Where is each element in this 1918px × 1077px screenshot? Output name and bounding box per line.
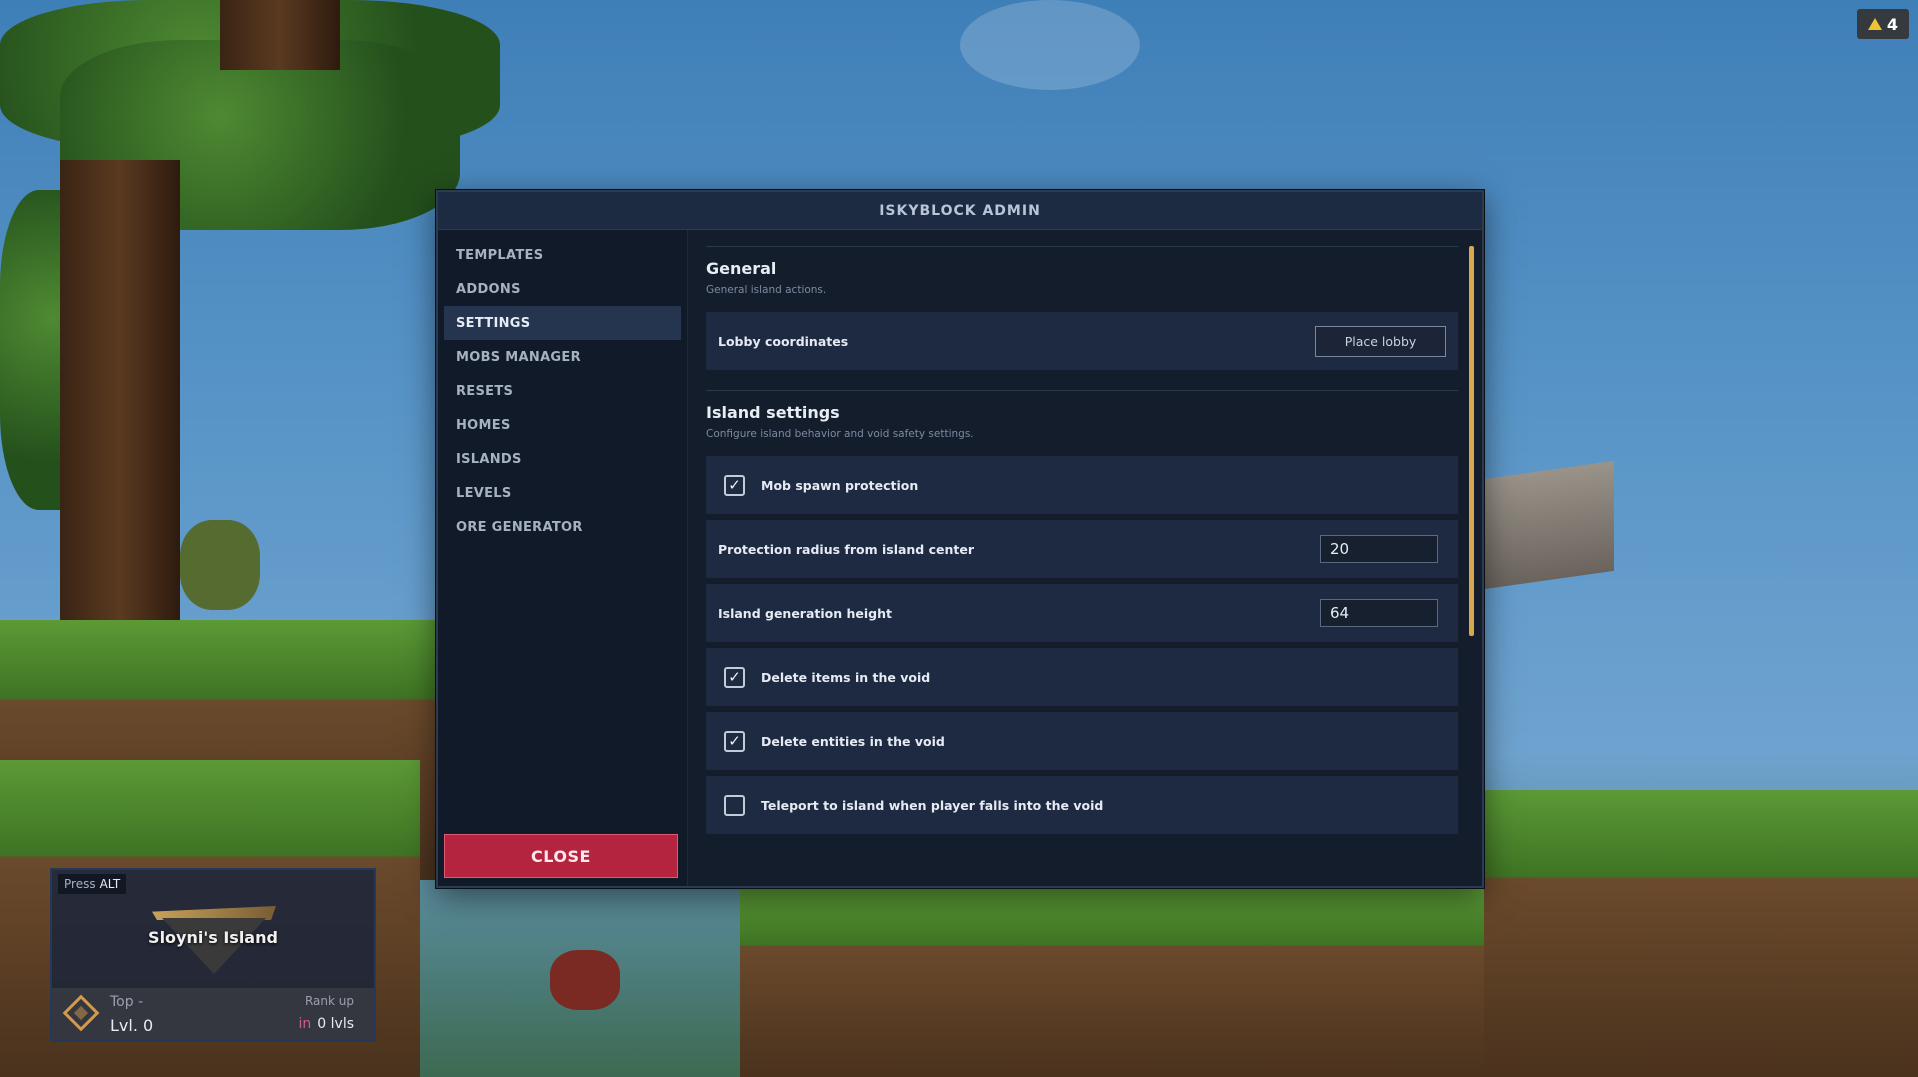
island-settings-title: Island settings — [706, 403, 840, 422]
delete-entities-void-checkbox[interactable]: ✓ — [724, 730, 745, 752]
nav-item-settings[interactable]: SETTINGS — [444, 306, 681, 340]
press-label: Press — [64, 877, 96, 891]
section-divider — [706, 246, 1458, 247]
delete-items-void-row[interactable]: ✓ Delete items in the void — [706, 648, 1458, 708]
nav-item-islands[interactable]: ISLANDS — [444, 442, 681, 476]
press-key: ALT — [99, 877, 121, 891]
island-generation-height-label: Island generation height — [718, 605, 892, 621]
dialog-title: ISKYBLOCK ADMIN — [438, 192, 1482, 230]
sidebar-nav: TEMPLATES ADDONS SETTINGS MOBS MANAGER R… — [438, 230, 688, 886]
general-section-title: General — [706, 259, 777, 278]
lobby-coordinates-row: Lobby coordinates Place lobby — [706, 312, 1458, 372]
delete-entities-void-row[interactable]: ✓ Delete entities in the void — [706, 712, 1458, 772]
nav-item-ore-generator[interactable]: ORE GENERATOR — [444, 510, 681, 544]
mob-spawn-protection-checkbox[interactable]: ✓ — [724, 474, 745, 496]
admin-dialog: ISKYBLOCK ADMIN TEMPLATES ADDONS SETTING… — [436, 190, 1484, 888]
section-divider — [706, 390, 1458, 391]
warning-icon — [1867, 18, 1882, 30]
nav-item-homes[interactable]: HOMES — [444, 408, 681, 442]
warning-count: 4 — [1886, 14, 1899, 34]
delete-items-void-label: Delete items in the void — [761, 669, 931, 685]
protection-radius-row: Protection radius from island center — [706, 520, 1458, 580]
mob-spawn-protection-label: Mob spawn protection — [761, 477, 919, 493]
teleport-on-void-checkbox[interactable] — [724, 794, 745, 816]
delete-items-void-checkbox[interactable]: ✓ — [724, 666, 745, 688]
protection-radius-input[interactable] — [1320, 535, 1438, 563]
general-section-description: General island actions. — [706, 284, 827, 296]
nav-item-resets[interactable]: RESETS — [444, 374, 681, 408]
settings-content: General General island actions. Lobby co… — [688, 230, 1482, 886]
rank-in-label: in — [298, 1016, 312, 1032]
rank-up-value: in 0 lvls — [299, 1016, 354, 1032]
teleport-on-void-label: Teleport to island when player falls int… — [761, 797, 1104, 813]
nav-item-templates[interactable]: TEMPLATES — [444, 238, 681, 272]
nav-item-mobs-manager[interactable]: MOBS MANAGER — [444, 340, 681, 374]
warning-badge[interactable]: 4 — [1857, 9, 1909, 39]
press-alt-hint: Press ALT — [58, 874, 127, 894]
island-hud: Press ALT Sloyni's Island Top - Lvl. 0 R… — [50, 868, 376, 1042]
nav-item-levels[interactable]: LEVELS — [444, 476, 681, 510]
protection-radius-label: Protection radius from island center — [718, 541, 975, 557]
level-label: Lvl. 0 — [110, 1016, 154, 1035]
place-lobby-button[interactable]: Place lobby — [1315, 325, 1446, 357]
delete-entities-void-label: Delete entities in the void — [761, 733, 945, 749]
rank-bar: Top - Lvl. 0 Rank up in 0 lvls — [52, 988, 374, 1040]
content-scrollbar[interactable] — [1469, 246, 1474, 636]
nav-item-addons[interactable]: ADDONS — [444, 272, 681, 306]
lobby-coordinates-label: Lobby coordinates — [718, 333, 849, 349]
island-settings-description: Configure island behavior and void safet… — [706, 428, 974, 440]
island-generation-height-row: Island generation height — [706, 584, 1458, 644]
island-name: Sloyni's Island — [148, 928, 278, 947]
mob-spawn-protection-row[interactable]: ✓ Mob spawn protection — [706, 456, 1458, 516]
close-button[interactable]: CLOSE — [444, 834, 678, 878]
island-generation-height-input[interactable] — [1320, 599, 1438, 627]
top-label: Top - — [110, 994, 144, 1010]
rank-up-label: Rank up — [304, 994, 354, 1008]
rank-levels: 0 lvls — [317, 1016, 354, 1032]
teleport-on-void-row[interactable]: Teleport to island when player falls int… — [706, 776, 1458, 836]
diamond-icon — [62, 994, 100, 1032]
